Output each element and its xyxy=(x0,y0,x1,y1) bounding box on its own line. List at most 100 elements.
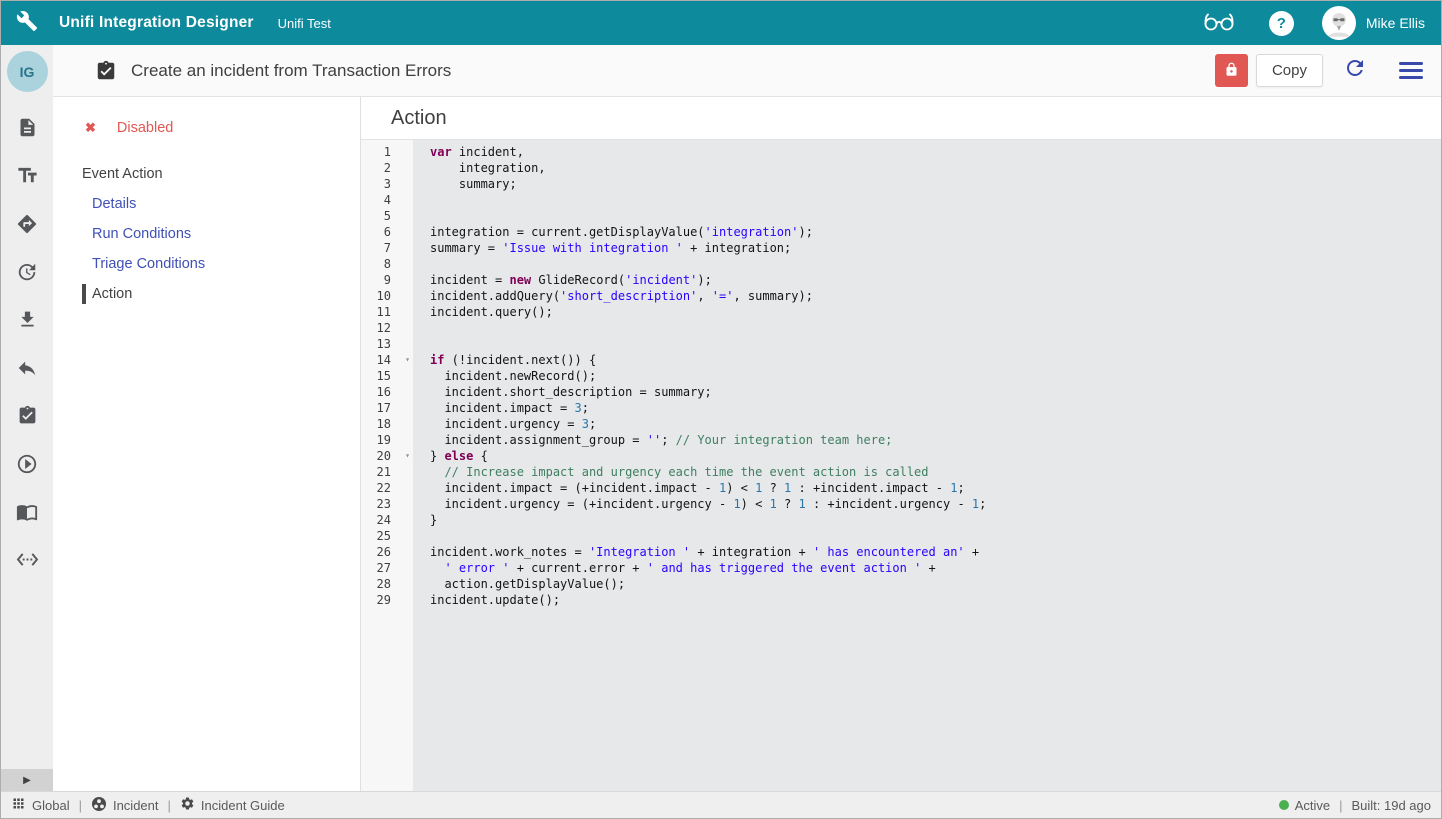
code-line[interactable]: // Increase impact and urgency each time… xyxy=(413,464,1441,480)
x-mark-icon: ✖ xyxy=(85,120,96,136)
document-icon xyxy=(17,117,38,143)
code-line[interactable]: ' error ' + current.error + ' and has tr… xyxy=(413,560,1441,576)
code-line[interactable]: var incident, xyxy=(413,144,1441,160)
code-line[interactable]: incident.newRecord(); xyxy=(413,368,1441,384)
nav-item-run-conditions[interactable]: Run Conditions xyxy=(53,219,360,249)
code-line[interactable]: incident.work_notes = 'Integration ' + i… xyxy=(413,544,1441,560)
fold-toggle-icon[interactable]: ▾ xyxy=(405,448,410,464)
clipboard-check-icon xyxy=(95,60,117,82)
code-line[interactable]: summary = 'Issue with integration ' + in… xyxy=(413,240,1441,256)
nav-item-details[interactable]: Details xyxy=(53,189,360,219)
status-label: Disabled xyxy=(117,120,173,136)
sidebar-item-code[interactable] xyxy=(1,538,53,586)
nav-item-action[interactable]: Action xyxy=(53,279,360,309)
scope-label: Global xyxy=(32,798,70,813)
sidebar-item-directions[interactable] xyxy=(1,202,53,250)
code-line[interactable]: incident.urgency = 3; xyxy=(413,416,1441,432)
code-line[interactable]: if (!incident.next()) { xyxy=(413,352,1441,368)
code-line[interactable]: integration, xyxy=(413,160,1441,176)
line-number: 25 xyxy=(361,528,413,544)
question-mark-icon: ? xyxy=(1277,15,1286,32)
code-line[interactable]: incident.query(); xyxy=(413,304,1441,320)
sidebar-item-documentation[interactable] xyxy=(1,490,53,538)
code-line[interactable]: summary; xyxy=(413,176,1441,192)
collapse-sidebar-button[interactable]: ▶ xyxy=(1,769,53,791)
sidebar-item-document[interactable] xyxy=(1,106,53,154)
code-line[interactable]: action.getDisplayValue(); xyxy=(413,576,1441,592)
line-number: 27 xyxy=(361,560,413,576)
main-region: IG xyxy=(1,45,1441,791)
page-title: Action xyxy=(361,97,1441,140)
code-line[interactable] xyxy=(413,336,1441,352)
sidebar-item-text-format[interactable] xyxy=(1,154,53,202)
line-number: 14▾ xyxy=(361,352,413,368)
code-line[interactable]: } else { xyxy=(413,448,1441,464)
code-line[interactable]: } xyxy=(413,512,1441,528)
sidebar-item-download[interactable] xyxy=(1,298,53,346)
nav-item-triage-conditions[interactable]: Triage Conditions xyxy=(53,249,360,279)
script-editor[interactable]: 1234567891011121314▾151617181920▾2122232… xyxy=(361,140,1441,791)
code-ethernet-icon xyxy=(16,548,39,576)
code-line[interactable] xyxy=(413,208,1441,224)
line-number: 20▾ xyxy=(361,448,413,464)
caret-right-icon: ▶ xyxy=(23,775,31,786)
line-number: 23 xyxy=(361,496,413,512)
code-line[interactable]: incident = new GlideRecord('incident'); xyxy=(413,272,1441,288)
code-line[interactable]: integration = current.getDisplayValue('i… xyxy=(413,224,1441,240)
main-panel: Action 1234567891011121314▾151617181920▾… xyxy=(361,97,1441,791)
app-logo-button[interactable] xyxy=(1,1,53,45)
code-line[interactable]: incident.impact = (+incident.impact - 1)… xyxy=(413,480,1441,496)
line-number: 17 xyxy=(361,400,413,416)
code-line[interactable]: incident.addQuery('short_description', '… xyxy=(413,288,1441,304)
application-picker[interactable]: Incident xyxy=(91,796,159,815)
code-line[interactable]: incident.impact = 3; xyxy=(413,400,1441,416)
lock-icon xyxy=(1224,62,1239,80)
line-number: 12 xyxy=(361,320,413,336)
sidebar-item-update[interactable] xyxy=(1,250,53,298)
code-line[interactable] xyxy=(413,256,1441,272)
copy-button[interactable]: Copy xyxy=(1256,54,1323,87)
code-line[interactable] xyxy=(413,320,1441,336)
nav-item-label: Action xyxy=(92,286,132,302)
separator: | xyxy=(79,798,82,813)
code-line[interactable]: incident.short_description = summary; xyxy=(413,384,1441,400)
scope-picker[interactable]: Global xyxy=(11,796,70,814)
open-book-icon xyxy=(16,501,38,528)
line-number: 22 xyxy=(361,480,413,496)
line-number: 21 xyxy=(361,464,413,480)
environment-name: Unifi Test xyxy=(278,16,331,31)
user-menu[interactable]: Mike Ellis xyxy=(1322,6,1425,40)
gear-icon xyxy=(180,796,201,814)
refresh-button[interactable] xyxy=(1343,56,1367,85)
help-button[interactable]: ? xyxy=(1269,11,1294,36)
status-bar: Global | Incident | Incident Guide Activ… xyxy=(1,791,1441,818)
code-content[interactable]: var incident, integration, summary; integ… xyxy=(413,140,1441,791)
active-label: Active xyxy=(1295,798,1330,813)
code-line[interactable]: incident.assignment_group = ''; // Your … xyxy=(413,432,1441,448)
code-line[interactable] xyxy=(413,192,1441,208)
sidebar-item-task-check[interactable] xyxy=(1,394,53,442)
active-dot-icon xyxy=(1279,800,1289,810)
line-number: 19 xyxy=(361,432,413,448)
separator: | xyxy=(1339,798,1342,813)
content-row: ✖ Disabled Event Action Details Run Cond… xyxy=(53,97,1441,791)
code-line[interactable]: incident.update(); xyxy=(413,592,1441,608)
watch-toggle-button[interactable] xyxy=(1201,9,1237,38)
sidebar-item-play[interactable] xyxy=(1,442,53,490)
line-number: 11 xyxy=(361,304,413,320)
module-picker[interactable]: Incident Guide xyxy=(180,796,285,814)
application-label: Incident xyxy=(113,798,159,813)
code-line[interactable]: incident.urgency = (+incident.urgency - … xyxy=(413,496,1441,512)
wrench-icon xyxy=(16,10,38,37)
integration-avatar[interactable]: IG xyxy=(7,51,48,92)
sidebar-item-reply[interactable] xyxy=(1,346,53,394)
user-name: Mike Ellis xyxy=(1366,15,1425,31)
icon-rail: IG xyxy=(1,45,53,791)
code-line[interactable] xyxy=(413,528,1441,544)
lock-button[interactable] xyxy=(1215,54,1248,87)
fold-toggle-icon[interactable]: ▾ xyxy=(405,352,410,368)
line-number: 1 xyxy=(361,144,413,160)
line-number: 3 xyxy=(361,176,413,192)
module-label: Incident Guide xyxy=(201,798,285,813)
hamburger-menu-button[interactable] xyxy=(1399,62,1423,79)
